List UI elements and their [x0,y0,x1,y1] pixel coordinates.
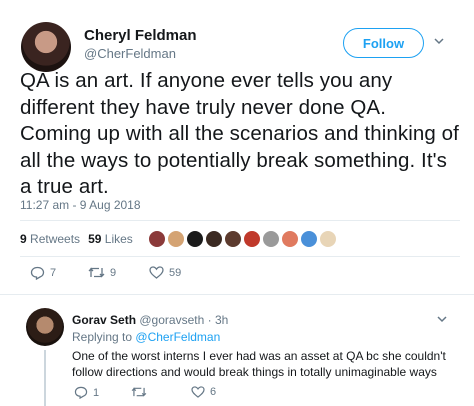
author-handle[interactable]: @CherFeldman [84,46,176,61]
like-action[interactable]: 59 [149,266,181,279]
reply-icon [74,386,88,399]
thread-line [44,350,46,406]
divider [0,294,474,295]
reply-text: One of the worst interns I ever had was … [72,349,446,379]
reply-count: 7 [50,267,57,279]
retweet-action[interactable]: 9 [88,266,116,279]
divider [20,220,460,221]
reply-time[interactable]: 3h [215,313,228,327]
like-icon [149,266,164,279]
replying-to: Replying to @CherFeldman [72,330,220,344]
reply-header: Gorav Seth @goravseth · 3h [72,313,228,327]
reply-like-count: 6 [210,386,217,398]
reply-retweet-action[interactable] [131,386,152,398]
retweets-count: 9 [20,232,27,246]
liker-avatar[interactable] [318,229,338,249]
liker-avatar[interactable] [166,229,186,249]
chevron-down-icon[interactable] [437,314,447,324]
retweets-label: Retweets [30,232,81,246]
liker-avatar[interactable] [223,229,243,249]
likes-count: 59 [88,232,102,246]
divider [20,256,460,257]
liker-avatar[interactable] [185,229,205,249]
tweet-text: QA is an art. If anyone ever tells you a… [20,69,459,198]
liker-avatar[interactable] [261,229,281,249]
reply-author-avatar[interactable] [26,308,64,346]
retweet-icon [88,267,105,278]
liker-avatar[interactable] [299,229,319,249]
reply-separator: · [207,313,212,327]
retweet-icon [131,387,147,397]
author-avatar[interactable] [21,22,71,72]
liker-avatar[interactable] [147,229,167,249]
reply-like-action[interactable]: 6 [191,386,216,398]
reply-reply-count: 1 [93,386,100,399]
likes-stat[interactable]: 59 Likes [88,232,133,246]
reply-author-handle[interactable]: @goravseth [139,313,204,327]
liker-avatar[interactable] [242,229,262,249]
like-count: 59 [169,266,182,279]
retweet-count: 9 [110,266,117,279]
author-name[interactable]: Cheryl Feldman [84,27,197,44]
reply-icon [30,266,45,280]
follow-button[interactable]: Follow [343,28,424,58]
tweet-timestamp[interactable]: 11:27 am - 9 Aug 2018 [20,198,141,212]
liker-avatar[interactable] [204,229,224,249]
retweets-stat[interactable]: 9 Retweets [20,232,80,246]
likes-label: Likes [104,232,133,246]
chevron-down-icon[interactable] [434,36,444,46]
replying-to-link[interactable]: @CherFeldman [135,330,220,344]
reply-author-name[interactable]: Gorav Seth [72,313,136,327]
tweet-stats: 9 Retweets 59 Likes [20,232,133,246]
reply-reply-action[interactable]: 1 [74,386,99,399]
replying-prefix: Replying to [72,330,133,344]
reply-action[interactable]: 7 [30,266,56,280]
likers-avatars [147,229,338,249]
liker-avatar[interactable] [280,229,300,249]
like-icon [191,386,205,398]
